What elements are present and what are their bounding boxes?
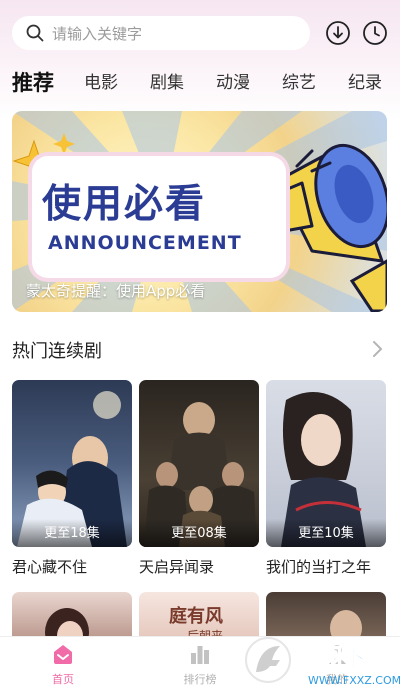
episode-badge: 更至10集: [266, 519, 386, 547]
drama-poster: 更至18集: [12, 380, 132, 547]
drama-card[interactable]: 更至10集 我们的当打之年: [266, 380, 386, 577]
ranking-icon: [191, 646, 209, 664]
drama-card[interactable]: 更至08集 天启异闻录: [139, 380, 259, 577]
tab-series[interactable]: 剧集: [150, 68, 184, 98]
drama-title: 天启异闻录: [139, 558, 215, 576]
banner-caption: 蒙太奇提醒：使用App必看: [26, 282, 206, 300]
tab-recommend[interactable]: 推荐: [12, 68, 54, 98]
drama-card-partial[interactable]: [12, 592, 132, 642]
drama-poster: 更至10集: [266, 380, 386, 547]
search-input[interactable]: 请输入关键字: [12, 16, 310, 50]
site-watermark-logo: 飞翔下载 WWW.FXXZ.COM: [245, 637, 400, 687]
drama-poster: 更至08集: [139, 380, 259, 547]
download-icon: [326, 21, 350, 45]
nav-ranking-label: 排行榜: [183, 673, 217, 686]
svg-text:庭有风: 庭有风: [169, 605, 223, 627]
banner-title: 使用必看: [42, 182, 207, 227]
nav-home-label: 首页: [52, 673, 74, 686]
category-tabs: 推荐 电影 剧集 动漫 综艺 纪录: [12, 64, 400, 98]
drama-title: 我们的当打之年: [266, 558, 372, 576]
download-button[interactable]: [324, 19, 352, 47]
drama-card-partial[interactable]: 庭有风 后朝来: [139, 592, 259, 642]
history-button[interactable]: [361, 19, 389, 47]
nav-ranking[interactable]: 排行榜: [170, 643, 230, 687]
search-placeholder: 请输入关键字: [52, 24, 143, 43]
nav-home[interactable]: 首页: [33, 643, 93, 687]
tab-movie[interactable]: 电影: [84, 68, 118, 98]
tab-documentary[interactable]: 纪录: [348, 68, 382, 98]
banner-subtitle: ANNOUNCEMENT: [48, 232, 242, 254]
tab-variety[interactable]: 综艺: [282, 68, 316, 98]
drama-title: 君心藏不住: [12, 558, 88, 576]
section-title: 热门连续剧: [12, 341, 102, 362]
episode-badge: 更至08集: [139, 519, 259, 547]
search-icon: [26, 24, 44, 42]
poster-art: [45, 608, 89, 642]
chevron-right-icon[interactable]: [371, 340, 383, 358]
svg-text:飞翔下载: 飞翔下载: [294, 644, 390, 672]
poster-art: 庭有风 后朝来: [169, 605, 223, 642]
tab-anime[interactable]: 动漫: [216, 68, 250, 98]
announcement-banner[interactable]: 使用必看 ANNOUNCEMENT 蒙太奇提醒：使用App必看: [12, 111, 387, 312]
svg-text:WWW.FXXZ.COM: WWW.FXXZ.COM: [308, 674, 400, 687]
history-clock-icon: [363, 21, 387, 45]
episode-badge: 更至18集: [12, 519, 132, 547]
drama-card[interactable]: 更至18集 君心藏不住: [12, 380, 132, 577]
home-icon: [54, 645, 72, 664]
